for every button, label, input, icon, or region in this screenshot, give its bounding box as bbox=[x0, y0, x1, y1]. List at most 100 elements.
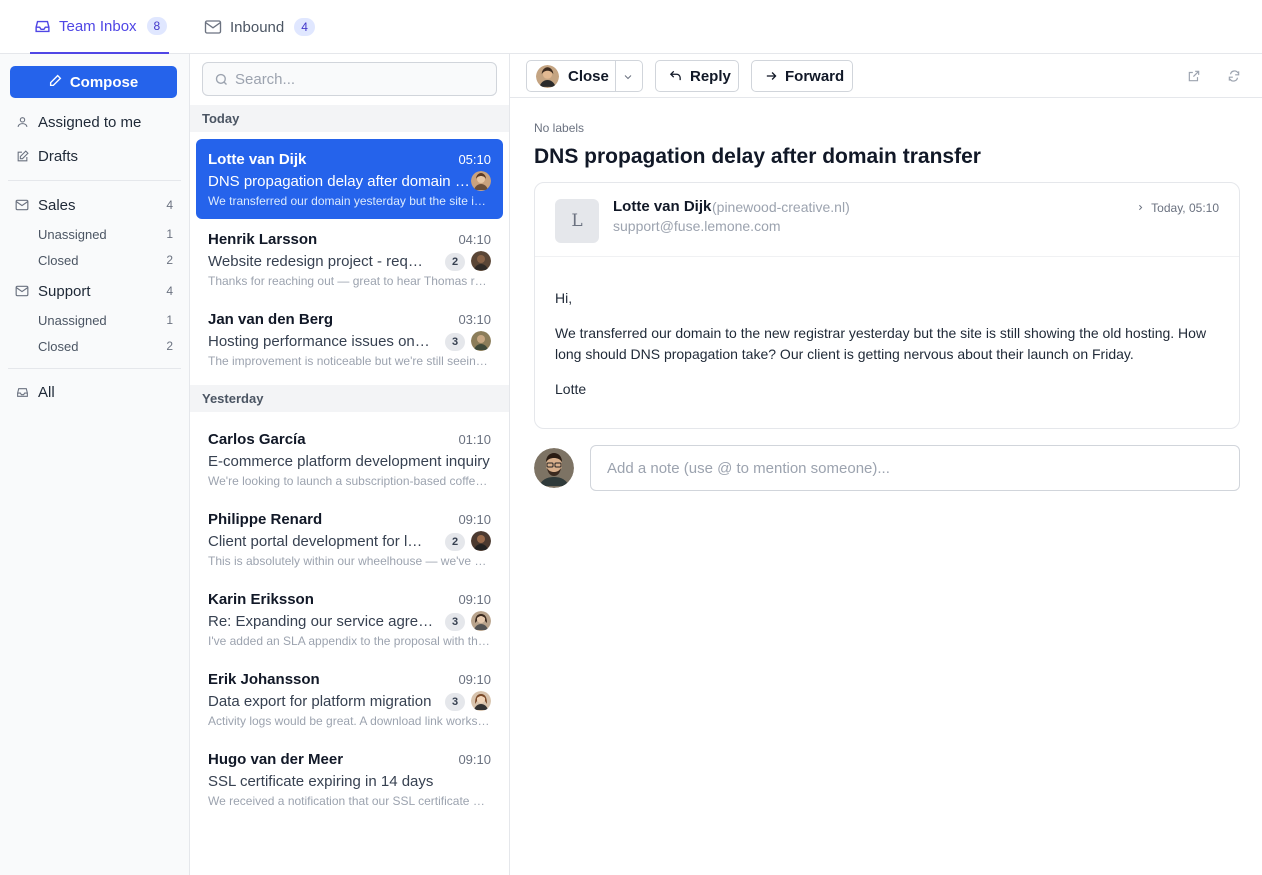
body-paragraph: We transferred our domain to the new reg… bbox=[555, 325, 1207, 362]
conversation-item[interactable]: Henrik Larsson 04:10 Website redesign pr… bbox=[196, 219, 503, 299]
conversation-item[interactable]: Jan van den Berg 03:10 Hosting performan… bbox=[196, 299, 503, 379]
avatar: L bbox=[555, 199, 599, 243]
timestamp: 09:10 bbox=[458, 752, 491, 767]
tab-team-inbox[interactable]: Team Inbox 8 bbox=[30, 0, 169, 54]
avatar bbox=[471, 611, 491, 631]
conversation-item[interactable]: Erik Johansson 09:10 Data export for pla… bbox=[196, 659, 503, 739]
avatar bbox=[536, 65, 559, 88]
subject: Hosting performance issues on our main s… bbox=[208, 333, 430, 350]
sender-domain: (pinewood-creative.nl) bbox=[712, 199, 850, 215]
avatar bbox=[471, 251, 491, 271]
sidebar-item-label: Assigned to me bbox=[38, 113, 142, 131]
user-icon bbox=[15, 115, 29, 129]
sidebar-item-label: All bbox=[38, 383, 55, 401]
labels-text: No labels bbox=[534, 121, 585, 135]
signoff: Lotte bbox=[555, 381, 587, 397]
sender-name: Jan van den Berg bbox=[208, 311, 334, 328]
preview: This is absolutely within our wheelhouse… bbox=[208, 554, 491, 568]
sidebar-item-label: Sales bbox=[38, 196, 76, 214]
preview: Activity logs would be great. A download… bbox=[208, 714, 491, 728]
sender-name: Hugo van der Meer bbox=[208, 751, 344, 768]
message-count-badge: 2 bbox=[445, 253, 465, 271]
message-count-badge: 3 bbox=[445, 333, 465, 351]
refresh-icon[interactable] bbox=[1226, 68, 1242, 84]
sidebar-item-label: Support bbox=[38, 282, 91, 300]
conversation-item[interactable]: Lotte van Dijk 05:10 DNS propagation del… bbox=[196, 139, 503, 219]
pencil-icon bbox=[49, 74, 62, 91]
current-user-avatar bbox=[534, 448, 574, 488]
timestamp: 09:10 bbox=[458, 672, 491, 687]
sidebar-item-label: Unassigned bbox=[38, 312, 107, 328]
chevron-right-icon bbox=[1136, 201, 1145, 215]
recipient-address: support@fuse.lemone.com bbox=[613, 218, 781, 234]
sidebar: Compose Assigned to me Drafts Sales 4 Un… bbox=[0, 54, 190, 875]
sender-name: Carlos García bbox=[208, 431, 306, 448]
message-date[interactable]: Today, 05:10 bbox=[1136, 201, 1219, 215]
tab-label: Inbound bbox=[230, 18, 285, 36]
forward-button[interactable]: Forward bbox=[751, 60, 853, 92]
search-placeholder: Search... bbox=[235, 70, 296, 88]
sidebar-item-sales-unassigned[interactable]: Unassigned 1 bbox=[0, 225, 190, 243]
sidebar-item-sales[interactable]: Sales 4 bbox=[0, 195, 190, 215]
divider bbox=[8, 368, 181, 369]
conversation-item[interactable]: Carlos García 01:10 E-commerce platform … bbox=[196, 419, 503, 499]
tab-count-badge: 8 bbox=[146, 17, 168, 35]
sidebar-item-support-unassigned[interactable]: Unassigned 1 bbox=[0, 311, 190, 329]
sidebar-count: 2 bbox=[166, 253, 173, 267]
timestamp: 09:10 bbox=[458, 592, 491, 607]
tab-label: Team Inbox bbox=[59, 17, 137, 35]
inbox-icon bbox=[15, 385, 29, 399]
sidebar-item-assigned[interactable]: Assigned to me bbox=[0, 112, 190, 132]
timestamp: 01:10 bbox=[458, 432, 491, 447]
reply-button[interactable]: Reply bbox=[655, 60, 739, 92]
sidebar-item-sales-closed[interactable]: Closed 2 bbox=[0, 251, 190, 269]
message-subject: DNS propagation delay after domain trans… bbox=[534, 145, 981, 168]
sidebar-count: 4 bbox=[166, 198, 173, 212]
search-input[interactable]: Search... bbox=[202, 62, 497, 96]
compose-label: Compose bbox=[69, 73, 139, 91]
arrow-right-icon bbox=[764, 69, 779, 87]
subject: Website redesign project - request for q… bbox=[208, 253, 430, 270]
greeting: Hi, bbox=[555, 290, 573, 306]
divider bbox=[615, 61, 616, 91]
timestamp: 09:10 bbox=[458, 512, 491, 527]
conversation-item[interactable]: Karin Eriksson 09:10 Re: Expanding our s… bbox=[196, 579, 503, 659]
preview: Thanks for reaching out — great to hear … bbox=[208, 274, 491, 288]
note-placeholder: Add a note (use @ to mention someone)... bbox=[607, 459, 890, 477]
sidebar-item-support[interactable]: Support 4 bbox=[0, 281, 190, 301]
sender-name: Lotte van Dijk bbox=[613, 198, 712, 215]
group-header-today: Today bbox=[190, 105, 509, 132]
conversation-item[interactable]: Hugo van der Meer 09:10 SSL certificate … bbox=[196, 739, 503, 819]
timestamp: 04:10 bbox=[458, 232, 491, 247]
subject: Re: Expanding our service agreement bbox=[208, 613, 438, 630]
preview: I've added an SLA appendix to the propos… bbox=[208, 634, 491, 648]
message-header: L Lotte van Dijk (pinewood-creative.nl) … bbox=[535, 183, 1239, 257]
preview: We received a notification that our SSL … bbox=[208, 794, 491, 808]
sidebar-count: 1 bbox=[166, 227, 173, 241]
preview: We transferred our domain yesterday but … bbox=[208, 194, 491, 208]
message-count-badge: 3 bbox=[445, 613, 465, 631]
subject: Data export for platform migration bbox=[208, 693, 432, 710]
sidebar-count: 2 bbox=[166, 339, 173, 353]
message-toolbar: Close Reply Forward bbox=[510, 54, 1262, 98]
compose-button[interactable]: Compose bbox=[10, 66, 177, 98]
sender-name: Karin Eriksson bbox=[208, 591, 314, 608]
message-detail: Close Reply Forward No labels DNS propag… bbox=[510, 54, 1262, 875]
sidebar-item-drafts[interactable]: Drafts bbox=[0, 146, 190, 166]
external-link-icon[interactable] bbox=[1186, 68, 1202, 84]
close-button[interactable]: Close bbox=[526, 60, 643, 92]
sender-name: Henrik Larsson bbox=[208, 231, 318, 248]
sidebar-item-label: Closed bbox=[38, 252, 79, 268]
chevron-down-icon[interactable] bbox=[622, 70, 634, 87]
sidebar-item-support-closed[interactable]: Closed 2 bbox=[0, 337, 190, 355]
conversation-item[interactable]: Philippe Renard 09:10 Client portal deve… bbox=[196, 499, 503, 579]
sidebar-item-all[interactable]: All bbox=[0, 382, 190, 402]
note-input[interactable]: Add a note (use @ to mention someone)... bbox=[590, 445, 1240, 491]
search-icon bbox=[214, 72, 229, 91]
preview: The improvement is noticeable but we're … bbox=[208, 354, 491, 368]
preview: We're looking to launch a subscription-b… bbox=[208, 474, 491, 488]
tab-inbound[interactable]: Inbound 4 bbox=[204, 0, 315, 54]
sidebar-item-label: Closed bbox=[38, 338, 79, 354]
subject: E-commerce platform development inquiry bbox=[208, 453, 490, 470]
sender-name: Philippe Renard bbox=[208, 511, 323, 528]
